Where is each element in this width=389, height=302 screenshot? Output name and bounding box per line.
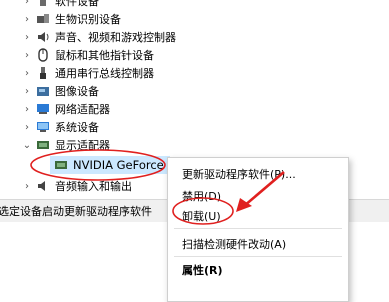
tree-item-software-devices[interactable]: › 软件设备 [22, 0, 99, 10]
menu-separator [174, 228, 342, 229]
camera-icon [36, 84, 50, 98]
biometric-icon [36, 12, 50, 26]
network-adapter-icon [36, 102, 50, 116]
tree-item-label: 生物识别设备 [55, 13, 121, 26]
speaker-icon [36, 30, 50, 44]
usb-icon [36, 66, 50, 80]
menu-separator [174, 256, 342, 257]
tree-item-label: 软件设备 [55, 0, 99, 8]
chevron-right-icon[interactable]: › [22, 68, 32, 79]
chevron-right-icon[interactable]: › [22, 50, 32, 61]
tree-item-label: 通用串行总线控制器 [55, 67, 154, 80]
tree-item-mouse[interactable]: › 鼠标和其他指针设备 [22, 46, 154, 64]
chevron-right-icon[interactable]: › [22, 86, 32, 97]
tree-item-sound-video[interactable]: › 声音、视频和游戏控制器 [22, 28, 176, 46]
status-text: 选定设备启动更新驱动程序软件 [0, 205, 152, 218]
menu-item-properties[interactable]: 属性(R) [182, 262, 223, 278]
mouse-icon [36, 48, 50, 62]
tree-item-label: 鼠标和其他指针设备 [55, 49, 154, 62]
annotation-ellipse-nvidia [30, 149, 166, 181]
chevron-right-icon[interactable]: › [22, 104, 32, 115]
tree-item-label: 图像设备 [55, 85, 99, 98]
menu-item-scan-hardware[interactable]: 扫描检测硬件改动(A) [182, 236, 286, 252]
tree-item-biometric[interactable]: › 生物识别设备 [22, 10, 121, 28]
annotation-arrow-icon [236, 171, 285, 212]
chevron-right-icon[interactable]: › [22, 0, 32, 7]
tree-item-label: 系统设备 [55, 121, 99, 134]
system-device-icon [36, 120, 50, 134]
chevron-right-icon[interactable]: › [22, 14, 32, 25]
chevron-right-icon[interactable]: › [22, 32, 32, 43]
tree-item-label: 网络适配器 [55, 103, 110, 116]
tree-item-usb[interactable]: › 通用串行总线控制器 [22, 64, 154, 82]
software-device-icon [36, 0, 50, 8]
chevron-right-icon[interactable]: › [22, 122, 32, 133]
tree-item-imaging[interactable]: › 图像设备 [22, 82, 99, 100]
tree-item-network[interactable]: › 网络适配器 [22, 100, 110, 118]
tree-item-label: 声音、视频和游戏控制器 [55, 31, 176, 44]
tree-item-system[interactable]: › 系统设备 [22, 118, 99, 136]
